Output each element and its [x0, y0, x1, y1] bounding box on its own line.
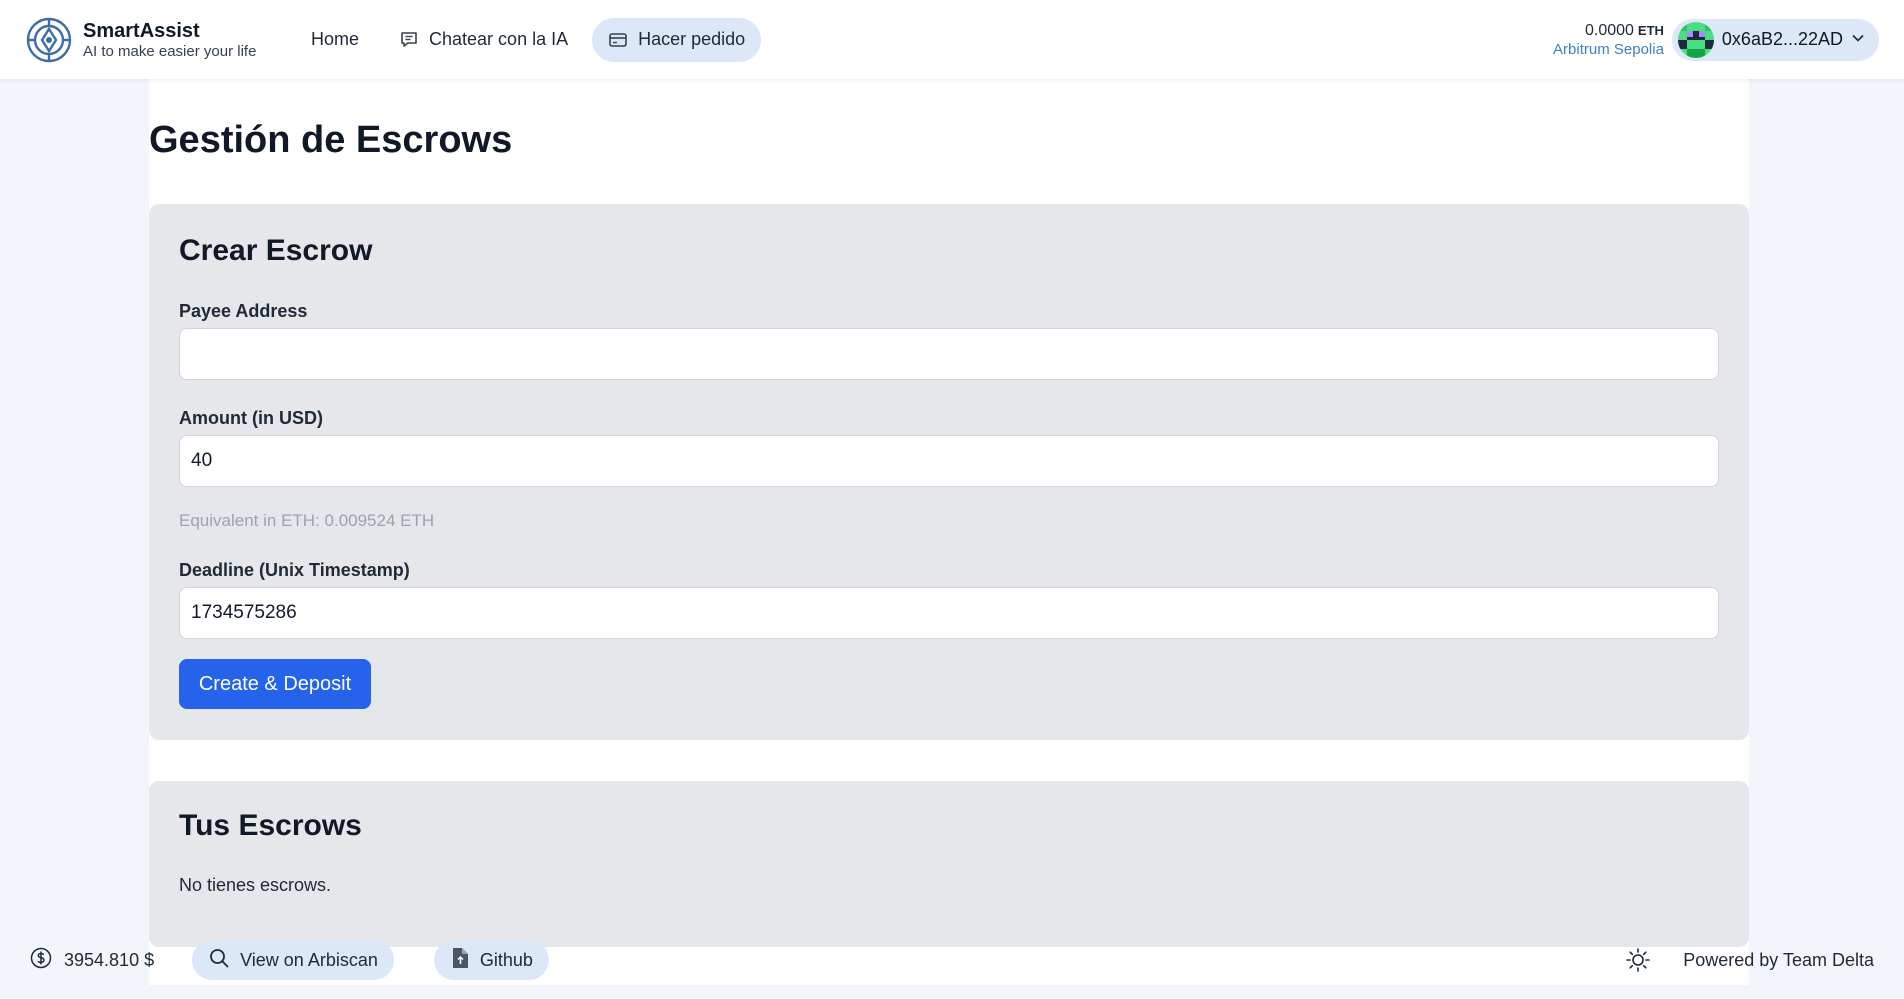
- nav-order-label: Hacer pedido: [638, 29, 746, 49]
- footer-bar: 3954.810 $ View on Arbiscan Github Power…: [0, 936, 1904, 984]
- nav-home[interactable]: Home: [295, 18, 375, 62]
- balance-amount: 0.0000: [1584, 21, 1634, 39]
- amount-input[interactable]: [179, 435, 1719, 487]
- your-escrows-card: Tus Escrows No tienes escrows.: [149, 781, 1749, 947]
- page-title: Gestión de Escrows: [149, 119, 513, 161]
- github-label: Github: [479, 949, 533, 970]
- payee-address-label: Payee Address: [179, 301, 308, 321]
- view-on-arbiscan-button[interactable]: View on Arbiscan: [192, 940, 394, 980]
- file-code-icon: [450, 947, 470, 974]
- network-name[interactable]: Arbitrum Sepolia: [1553, 41, 1664, 59]
- nav-order[interactable]: Hacer pedido: [592, 17, 762, 62]
- empty-escrows-text: No tienes escrows.: [179, 875, 332, 895]
- brand[interactable]: SmartAssist AI to make easier your life: [25, 16, 285, 64]
- top-navbar: SmartAssist AI to make easier your life …: [0, 0, 1904, 79]
- account-address: 0x6aB2...22AD: [1721, 29, 1843, 49]
- credit-card-icon: [608, 30, 628, 50]
- main-nav: Home Chatear con la IA Hacer pedido: [295, 17, 762, 62]
- powered-by-text: Powered by Team Delta: [1683, 949, 1874, 970]
- avatar: [1677, 21, 1714, 58]
- smartassist-logo-icon: [25, 16, 73, 64]
- deadline-label: Deadline (Unix Timestamp): [179, 560, 410, 580]
- chat-bubble-icon: [399, 30, 419, 50]
- amount-label: Amount (in USD): [179, 408, 323, 428]
- nav-chat[interactable]: Chatear con la IA: [383, 18, 584, 62]
- view-on-arbiscan-label: View on Arbiscan: [240, 949, 378, 970]
- deadline-input[interactable]: [179, 587, 1719, 639]
- sun-icon[interactable]: [1623, 945, 1653, 975]
- eth-price: 3954.810 $: [30, 947, 154, 974]
- your-escrows-title: Tus Escrows: [179, 809, 362, 842]
- nav-home-label: Home: [311, 29, 360, 49]
- create-deposit-button[interactable]: Create & Deposit: [179, 659, 371, 709]
- brand-tagline: AI to make easier your life: [83, 42, 257, 60]
- create-escrow-card: Crear Escrow Payee Address Amount (in US…: [149, 204, 1749, 740]
- dollar-circle-icon: [30, 947, 52, 974]
- balance-unit: ETH: [1637, 22, 1664, 38]
- nav-chat-label: Chatear con la IA: [429, 29, 569, 49]
- main-content: Gestión de Escrows Crear Escrow Payee Ad…: [149, 79, 1749, 985]
- chevron-down-icon: [1851, 29, 1865, 50]
- eth-equivalent-hint: Equivalent in ETH: 0.009524 ETH: [179, 511, 435, 530]
- wallet-balance: 0.0000 ETH Arbitrum Sepolia: [1553, 21, 1664, 59]
- eth-price-value: 3954.810 $: [64, 949, 155, 970]
- account-button[interactable]: 0x6aB2...22AD: [1671, 18, 1879, 61]
- brand-name: SmartAssist: [83, 19, 200, 42]
- github-button[interactable]: Github: [433, 940, 549, 980]
- search-icon: [208, 947, 230, 974]
- payee-address-input[interactable]: [179, 328, 1719, 380]
- create-escrow-title: Crear Escrow: [179, 234, 373, 267]
